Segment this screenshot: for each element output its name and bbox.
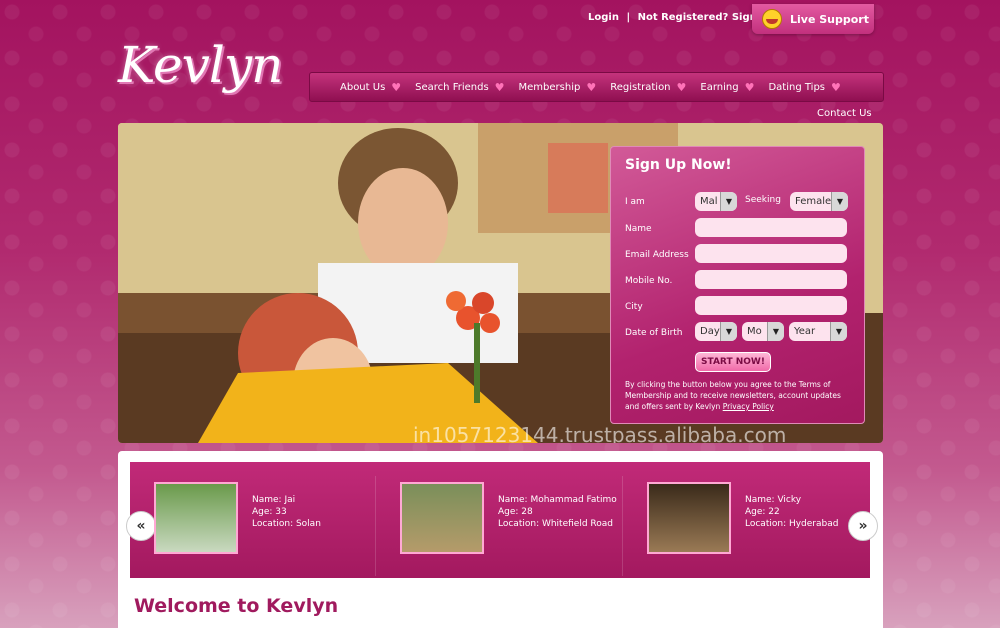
carousel-prev-button[interactable]: « [126, 511, 156, 541]
nav-item-search-friends[interactable]: Search Friends ♥ [415, 81, 504, 94]
i-am-label: I am [625, 197, 645, 207]
chevron-down-icon: ▼ [831, 192, 848, 211]
heart-icon: ♥ [391, 80, 402, 94]
profile-location: Location: Whitefield Road [498, 519, 613, 529]
mobile-label: Mobile No. [625, 276, 673, 286]
profile-info: Name: Mohammad Fatimo Age: 28 Location: … [498, 494, 617, 530]
dob-month-select[interactable]: Mo ▼ [742, 322, 784, 341]
nav-label: Registration [610, 81, 671, 93]
nav-item-membership[interactable]: Membership ♥ [519, 81, 597, 94]
terms-text: By clicking the button below you agree t… [625, 379, 855, 412]
profile-info: Name: Vicky Age: 22 Location: Hyderabad [745, 494, 838, 530]
chevron-down-icon: ▼ [720, 192, 737, 211]
chevron-down-icon: ▼ [720, 322, 737, 341]
profile-age: Age: 22 [745, 507, 780, 517]
email-label: Email Address [625, 250, 689, 260]
profile-photo [154, 482, 238, 554]
heart-icon: ♥ [586, 80, 597, 94]
dob-day-select[interactable]: Day ▼ [695, 322, 737, 341]
nav-label: Search Friends [415, 81, 489, 93]
profile-info: Name: Jai Age: 33 Location: Solan [252, 494, 321, 530]
nav-label: Earning [700, 81, 739, 93]
content-panel: « Name: Jai Age: 33 Location: Solan Name… [118, 451, 883, 628]
city-field[interactable] [695, 296, 847, 315]
nav-item-about[interactable]: About Us ♥ [340, 81, 401, 94]
mobile-field[interactable] [695, 270, 847, 289]
city-label: City [625, 302, 643, 312]
email-field[interactable] [695, 244, 847, 263]
nav-item-registration[interactable]: Registration ♥ [610, 81, 686, 94]
seeking-label: Seeking [745, 195, 781, 205]
signup-form: Sign Up Now! I am Mal ▼ Seeking Female ▼… [610, 146, 865, 424]
profile-photo [647, 482, 731, 554]
profile-age: Age: 33 [252, 507, 287, 517]
nav-label: About Us [340, 81, 386, 93]
start-now-button[interactable]: START NOW! [695, 352, 771, 372]
heart-icon: ♥ [831, 80, 841, 94]
nav-item-earning[interactable]: Earning ♥ [700, 81, 754, 94]
name-field[interactable] [695, 218, 847, 237]
seeking-value: Female [795, 196, 832, 207]
profile-name: Name: Mohammad Fatimo [498, 495, 617, 505]
chevron-down-icon: ▼ [767, 322, 784, 341]
site-logo[interactable]: Kevlyn [118, 36, 308, 116]
profile-location: Location: Solan [252, 519, 321, 529]
dob-label: Date of Birth [625, 328, 683, 338]
top-links: Login | Not Registered? Sign Up [588, 12, 775, 23]
heart-icon: ♥ [676, 80, 687, 94]
nav-label: Dating Tips [768, 81, 825, 93]
profile-name: Name: Vicky [745, 495, 802, 505]
heart-icon: ♥ [494, 80, 505, 94]
chevron-down-icon: ▼ [830, 322, 847, 341]
dob-year-select[interactable]: Year ▼ [789, 322, 847, 341]
heart-icon: ♥ [744, 80, 755, 94]
profile-location: Location: Hyderabad [745, 519, 839, 529]
name-label: Name [625, 224, 652, 234]
smiley-icon [762, 9, 782, 29]
privacy-policy-link[interactable]: Privacy Policy [723, 402, 774, 411]
nav-item-dating-tips[interactable]: Dating Tips ♥ [768, 81, 840, 94]
live-support-button[interactable]: Live Support [752, 4, 874, 34]
profile-carousel: « Name: Jai Age: 33 Location: Solan Name… [126, 462, 878, 578]
divider [622, 476, 623, 576]
main-nav: About Us ♥ Search Friends ♥ Membership ♥ Re… [309, 72, 884, 102]
signup-title: Sign Up Now! [625, 157, 732, 173]
watermark-text: in1057123144.trustpass.alibaba.com [413, 423, 787, 443]
separator: | [626, 12, 631, 23]
profile-photo [400, 482, 484, 554]
seeking-select[interactable]: Female ▼ [790, 192, 848, 211]
month-value: Mo [747, 326, 762, 337]
divider [375, 476, 376, 576]
contact-us-link[interactable]: Contact Us [817, 108, 872, 119]
carousel-next-button[interactable]: » [848, 511, 878, 541]
year-value: Year [794, 326, 816, 337]
profile-name: Name: Jai [252, 495, 296, 505]
nav-label: Membership [518, 81, 581, 93]
day-value: Day [700, 326, 720, 337]
login-link[interactable]: Login [588, 12, 619, 23]
live-support-label: Live Support [790, 12, 869, 26]
gender-value: Mal [700, 196, 718, 207]
profile-age: Age: 28 [498, 507, 533, 517]
gender-select[interactable]: Mal ▼ [695, 192, 737, 211]
welcome-heading: Welcome to Kevlyn [134, 595, 339, 617]
